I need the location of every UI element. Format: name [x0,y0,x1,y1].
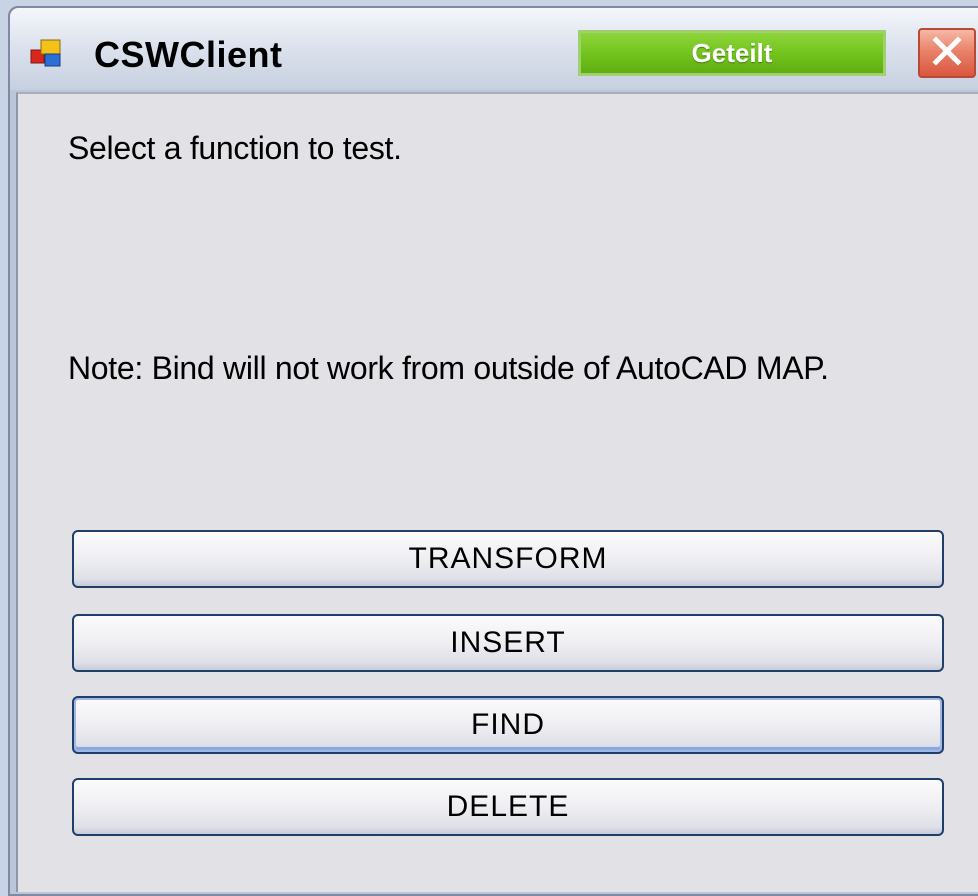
find-button[interactable]: FIND [72,696,944,754]
transform-button[interactable]: TRANSFORM [72,530,944,588]
app-window-icon [30,38,62,68]
delete-button[interactable]: DELETE [72,778,944,836]
instruction-label: Select a function to test. [68,130,402,166]
insert-button[interactable]: INSERT [72,614,944,672]
app-window: CSWClient Geteilt Select a function to t… [8,6,978,896]
note-label: Note: Bind will not work from outside of… [68,350,829,386]
close-icon [930,35,964,72]
title-bar[interactable]: CSWClient Geteilt [10,8,978,90]
window-title: CSWClient [94,34,283,75]
shared-status-badge[interactable]: Geteilt [578,30,886,76]
client-area: Select a function to test. Note: Bind wi… [16,92,978,892]
close-button[interactable] [918,28,976,78]
